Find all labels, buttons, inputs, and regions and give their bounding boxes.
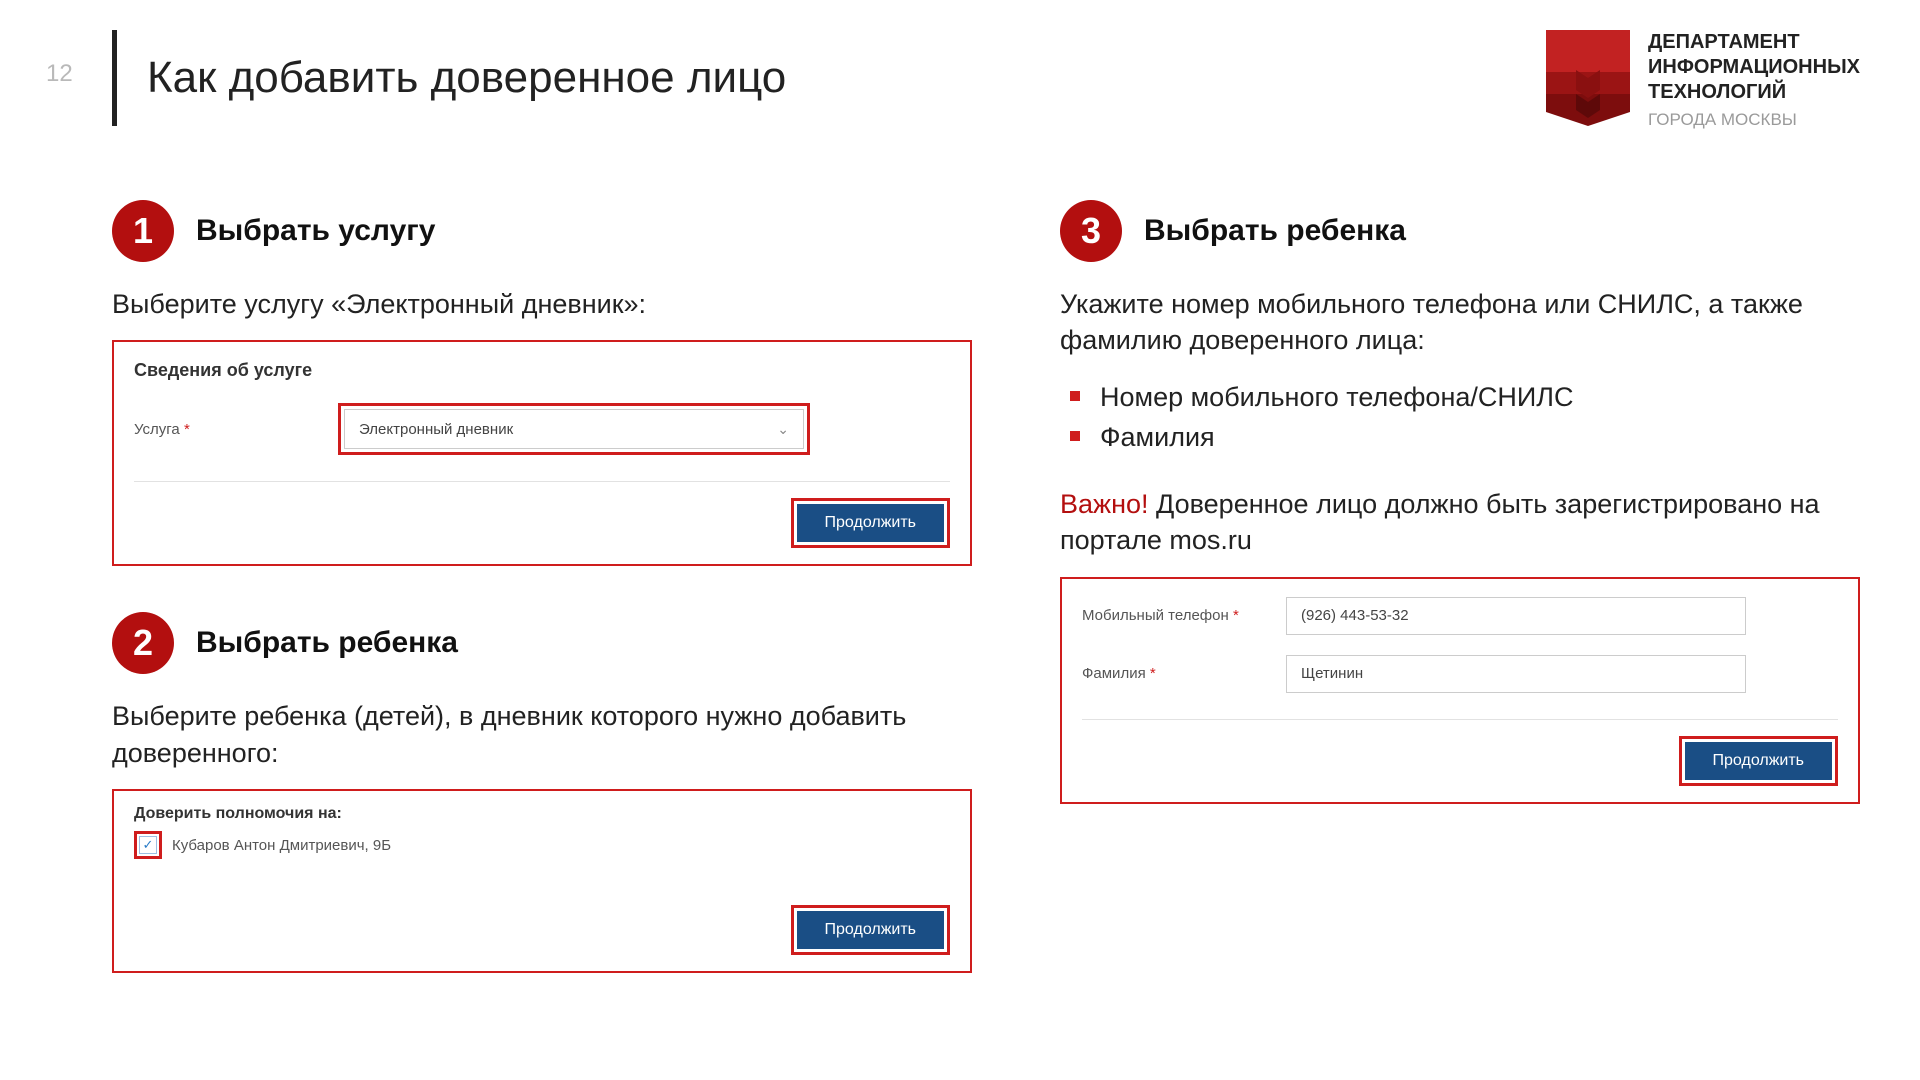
logo-text-l1: ДЕПАРТАМЕНТ (1648, 30, 1860, 55)
step3-warning: Важно! Доверенное лицо должно быть зарег… (1060, 486, 1860, 559)
step1-box-title: Сведения об услуге (134, 360, 950, 381)
chevron-down-icon: ⌄ (777, 421, 789, 438)
step1-title: Выбрать услугу (196, 214, 435, 248)
step3-bullet-2: Фамилия (1070, 417, 1860, 458)
step2-desc: Выберите ребенка (детей), в дневник кото… (112, 698, 972, 771)
service-select-value: Электронный дневник (359, 421, 513, 438)
surname-input[interactable]: Щетинин (1286, 655, 1746, 693)
service-select[interactable]: Электронный дневник ⌄ (344, 409, 804, 449)
child-checkbox[interactable]: ✓ (139, 836, 157, 854)
step3-warn-text: Доверенное лицо должно быть зарегистриро… (1060, 489, 1820, 555)
step3-header: 3 Выбрать ребенка (1060, 200, 1860, 262)
step1-header: 1 Выбрать услугу (112, 200, 972, 262)
logo-text-sub: ГОРОДА МОСКВЫ (1648, 109, 1860, 130)
service-field-label: Услуга * (134, 421, 304, 438)
step2-screenshot: Доверить полномочия на: ✓ Кубаров Антон … (112, 789, 972, 973)
step2-box-title: Доверить полномочия на: (134, 805, 950, 823)
step1-desc: Выберите услугу «Электронный дневник»: (112, 286, 972, 322)
step2-badge: 2 (112, 612, 174, 674)
step3-badge: 3 (1060, 200, 1122, 262)
step1-continue-button[interactable]: Продолжить (797, 504, 944, 542)
surname-field-label: Фамилия * (1082, 665, 1252, 682)
child-name: Кубаров Антон Дмитриевич, 9Б (172, 837, 391, 854)
logo-block: ДЕПАРТАМЕНТ ИНФОРМАЦИОННЫХ ТЕХНОЛОГИЙ ГО… (1546, 30, 1860, 130)
step1-screenshot: Сведения об услуге Услуга * Электронный … (112, 340, 972, 566)
logo-text-l3: ТЕХНОЛОГИЙ (1648, 80, 1860, 105)
step3-title: Выбрать ребенка (1144, 214, 1406, 248)
step2-header: 2 Выбрать ребенка (112, 612, 972, 674)
logo-text-l2: ИНФОРМАЦИОННЫХ (1648, 55, 1860, 80)
step3-continue-button[interactable]: Продолжить (1685, 742, 1832, 780)
page-title: Как добавить доверенное лицо (147, 53, 786, 103)
step2-title: Выбрать ребенка (196, 626, 458, 660)
title-bar: Как добавить доверенное лицо (112, 30, 786, 126)
phone-input[interactable]: (926) 443-53-32 (1286, 597, 1746, 635)
step3-bullet-1: Номер мобильного телефона/СНИЛС (1070, 377, 1860, 418)
step3-screenshot: Мобильный телефон * (926) 443-53-32 Фами… (1060, 577, 1860, 804)
dit-logo-icon (1546, 30, 1630, 126)
phone-field-label: Мобильный телефон * (1082, 607, 1252, 624)
step2-continue-button[interactable]: Продолжить (797, 911, 944, 949)
step1-badge: 1 (112, 200, 174, 262)
step3-desc: Укажите номер мобильного телефона или СН… (1060, 286, 1860, 359)
step3-warn-label: Важно! (1060, 489, 1149, 519)
page-number: 12 (46, 60, 73, 88)
